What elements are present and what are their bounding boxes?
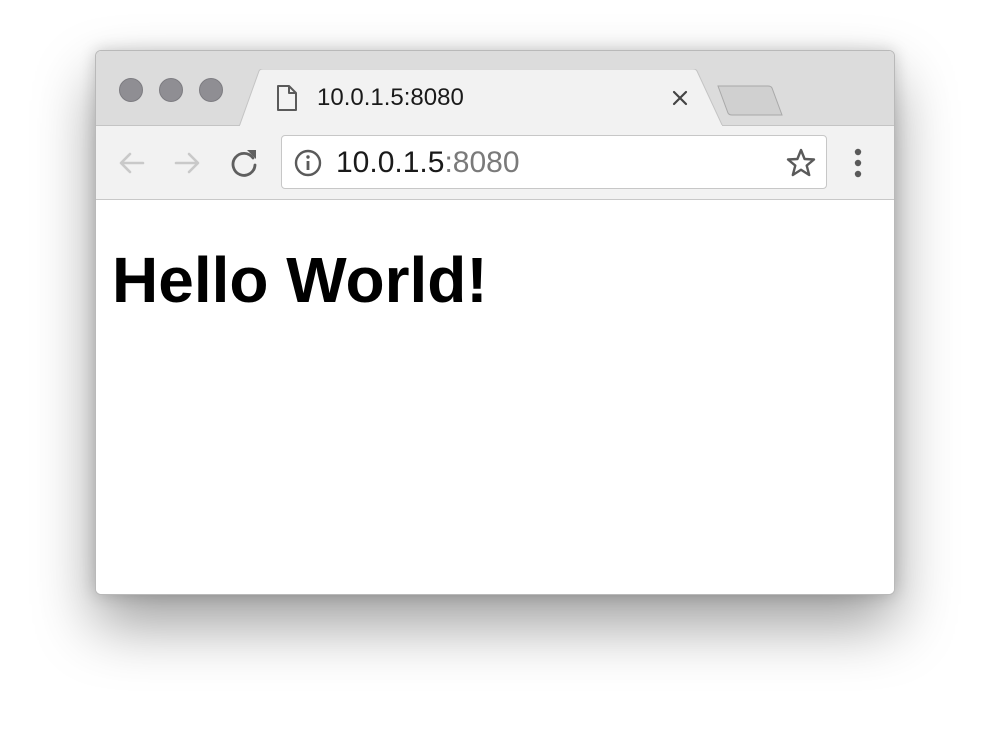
forward-arrow-icon[interactable]: [170, 146, 204, 180]
tab-close-icon[interactable]: [667, 85, 693, 111]
tab-background: [239, 69, 724, 127]
info-icon[interactable]: [293, 148, 323, 178]
menu-dots-icon[interactable]: [847, 145, 869, 181]
url-text[interactable]: 10.0.1.5:8080: [336, 145, 520, 181]
new-tab-button[interactable]: [716, 84, 786, 118]
url-host: 10.0.1.5: [336, 146, 445, 179]
window-minimize-button[interactable]: [159, 78, 183, 102]
bookmark-star-icon[interactable]: [785, 147, 817, 179]
window-maximize-button[interactable]: [199, 78, 223, 102]
tab-strip: 10.0.1.5:8080: [96, 51, 894, 127]
url-port: :8080: [444, 146, 520, 179]
browser-window: 10.0.1.5:8080 10.0.1.5:8080 Hello World!: [95, 50, 895, 595]
back-arrow-icon[interactable]: [115, 146, 149, 180]
address-bar[interactable]: 10.0.1.5:8080: [281, 135, 827, 189]
page-content: Hello World!: [96, 200, 894, 594]
toolbar: 10.0.1.5:8080: [96, 126, 894, 200]
document-icon: [277, 85, 297, 111]
tab-active[interactable]: 10.0.1.5:8080: [239, 69, 725, 127]
tab-title: 10.0.1.5:8080: [317, 84, 464, 111]
window-close-button[interactable]: [119, 78, 143, 102]
reload-icon[interactable]: [227, 146, 261, 180]
page-heading: Hello World!: [112, 244, 488, 316]
